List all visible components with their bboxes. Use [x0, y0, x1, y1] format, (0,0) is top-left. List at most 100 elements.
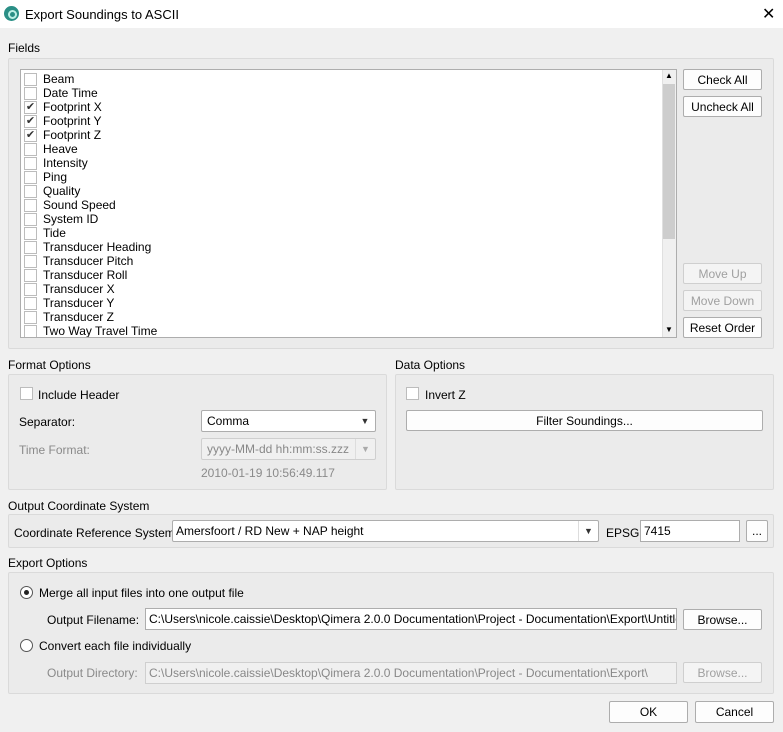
field-checkbox[interactable]: [24, 212, 37, 226]
move-up-button[interactable]: Move Up: [683, 263, 762, 284]
include-header-label: Include Header: [38, 388, 120, 402]
field-item[interactable]: Two Way Travel Time: [24, 324, 158, 338]
field-item[interactable]: Intensity: [24, 156, 88, 170]
field-item[interactable]: Ping: [24, 170, 67, 184]
epsg-input[interactable]: 7415: [640, 520, 740, 542]
crs-browse-button[interactable]: ...: [746, 520, 768, 542]
epsg-label: EPSG:: [606, 526, 643, 540]
fields-label: Fields: [8, 41, 41, 55]
fields-list[interactable]: Beam Date Time ✔ Footprint X ✔ Footprint Y ✔ Fo…: [20, 69, 677, 338]
ok-button[interactable]: OK: [609, 701, 688, 723]
time-preview: 2010-01-19 10:56:49.117: [201, 466, 335, 480]
field-label: Heave: [43, 142, 78, 156]
window-title: Export Soundings to ASCII: [25, 7, 179, 22]
field-item[interactable]: Heave: [24, 142, 78, 156]
field-item[interactable]: Transducer X: [24, 282, 115, 296]
field-label: Two Way Travel Time: [43, 324, 158, 338]
scroll-down-icon[interactable]: ▼: [665, 325, 673, 334]
field-item[interactable]: Transducer Heading: [24, 240, 151, 254]
field-checkbox[interactable]: [24, 310, 37, 324]
field-checkbox[interactable]: [24, 170, 37, 184]
crs-label: Coordinate Reference System:: [14, 526, 179, 540]
field-checkbox[interactable]: [24, 240, 37, 254]
field-label: Sound Speed: [43, 198, 116, 212]
invert-z-checkbox[interactable]: [406, 387, 419, 400]
field-item[interactable]: ✔ Footprint X: [24, 100, 102, 114]
separator-select[interactable]: Comma ▼: [201, 410, 376, 432]
scrollbar-thumb[interactable]: [663, 84, 675, 239]
time-format-value: yyyy-MM-dd hh:mm:ss.zzz: [207, 442, 350, 456]
app-logo-icon: [4, 6, 19, 21]
field-item[interactable]: Transducer Pitch: [24, 254, 133, 268]
browse-directory-button[interactable]: Browse...: [683, 662, 762, 683]
field-label: Transducer Z: [43, 310, 114, 324]
field-checkbox[interactable]: [24, 226, 37, 240]
coordinate-system-label: Output Coordinate System: [8, 499, 150, 513]
field-checkbox[interactable]: [24, 254, 37, 268]
field-checkbox[interactable]: [24, 86, 37, 100]
browse-filename-button[interactable]: Browse...: [683, 609, 762, 630]
field-checkbox[interactable]: [24, 198, 37, 212]
merge-radio[interactable]: [20, 586, 33, 599]
field-label: Intensity: [43, 156, 88, 170]
field-item[interactable]: Quality: [24, 184, 80, 198]
field-checkbox[interactable]: [24, 282, 37, 296]
field-checkbox[interactable]: [24, 296, 37, 310]
merge-label: Merge all input files into one output fi…: [39, 586, 244, 600]
field-label: Transducer Roll: [43, 268, 128, 282]
close-icon[interactable]: ✕: [762, 4, 775, 24]
field-item[interactable]: Transducer Y: [24, 296, 114, 310]
field-label: Tide: [43, 226, 66, 240]
field-checkbox[interactable]: [24, 142, 37, 156]
individual-label: Convert each file individually: [39, 639, 192, 653]
reset-order-button[interactable]: Reset Order: [683, 317, 762, 338]
chevron-down-icon: ▼: [355, 439, 375, 459]
uncheck-all-button[interactable]: Uncheck All: [683, 96, 762, 117]
format-options-label: Format Options: [8, 358, 91, 372]
field-item[interactable]: Beam: [24, 72, 74, 86]
field-label: Transducer Y: [43, 296, 115, 310]
output-filename-input[interactable]: C:\Users\nicole.caissie\Desktop\Qimera 2…: [145, 608, 677, 630]
field-label: Ping: [43, 170, 68, 184]
check-all-button[interactable]: Check All: [683, 69, 762, 90]
field-checkbox[interactable]: ✔: [24, 128, 37, 142]
field-item[interactable]: Transducer Roll: [24, 268, 127, 282]
field-item[interactable]: System ID: [24, 212, 98, 226]
time-format-label: Time Format:: [19, 443, 90, 457]
field-label: Transducer X: [43, 282, 115, 296]
individual-radio[interactable]: [20, 639, 33, 652]
field-checkbox[interactable]: ✔: [24, 100, 37, 114]
field-label: Footprint Z: [43, 128, 102, 142]
field-label: Beam: [43, 72, 75, 86]
data-options-label: Data Options: [395, 358, 466, 372]
field-checkbox[interactable]: [24, 184, 37, 198]
move-down-button[interactable]: Move Down: [683, 290, 762, 311]
field-item[interactable]: ✔ Footprint Y: [24, 114, 101, 128]
field-item[interactable]: ✔ Footprint Z: [24, 128, 101, 142]
output-directory-label: Output Directory:: [47, 666, 138, 680]
field-checkbox[interactable]: [24, 72, 37, 86]
cancel-button[interactable]: Cancel: [695, 701, 774, 723]
field-label: Footprint Y: [43, 114, 102, 128]
field-checkbox[interactable]: [24, 156, 37, 170]
field-item[interactable]: Date Time: [24, 86, 98, 100]
field-label: Footprint X: [43, 100, 102, 114]
export-options-label: Export Options: [8, 556, 88, 570]
field-item[interactable]: Transducer Z: [24, 310, 114, 324]
chevron-down-icon: ▼: [360, 416, 370, 426]
time-format-select[interactable]: yyyy-MM-dd hh:mm:ss.zzz ▼: [201, 438, 376, 460]
include-header-checkbox[interactable]: [20, 387, 33, 400]
field-checkbox[interactable]: [24, 268, 37, 282]
field-label: Transducer Heading: [43, 240, 152, 254]
filter-soundings-button[interactable]: Filter Soundings...: [406, 410, 763, 431]
crs-select[interactable]: Amersfoort / RD New + NAP height ▼: [172, 520, 599, 542]
field-checkbox[interactable]: [24, 324, 37, 337]
separator-label: Separator:: [19, 415, 76, 429]
scroll-up-icon[interactable]: ▲: [665, 71, 673, 80]
output-directory-input[interactable]: C:\Users\nicole.caissie\Desktop\Qimera 2…: [145, 662, 677, 684]
field-item[interactable]: Sound Speed: [24, 198, 116, 212]
output-filename-label: Output Filename:: [47, 613, 140, 627]
separator-value: Comma: [207, 414, 250, 428]
field-item[interactable]: Tide: [24, 226, 66, 240]
field-checkbox[interactable]: ✔: [24, 114, 37, 128]
